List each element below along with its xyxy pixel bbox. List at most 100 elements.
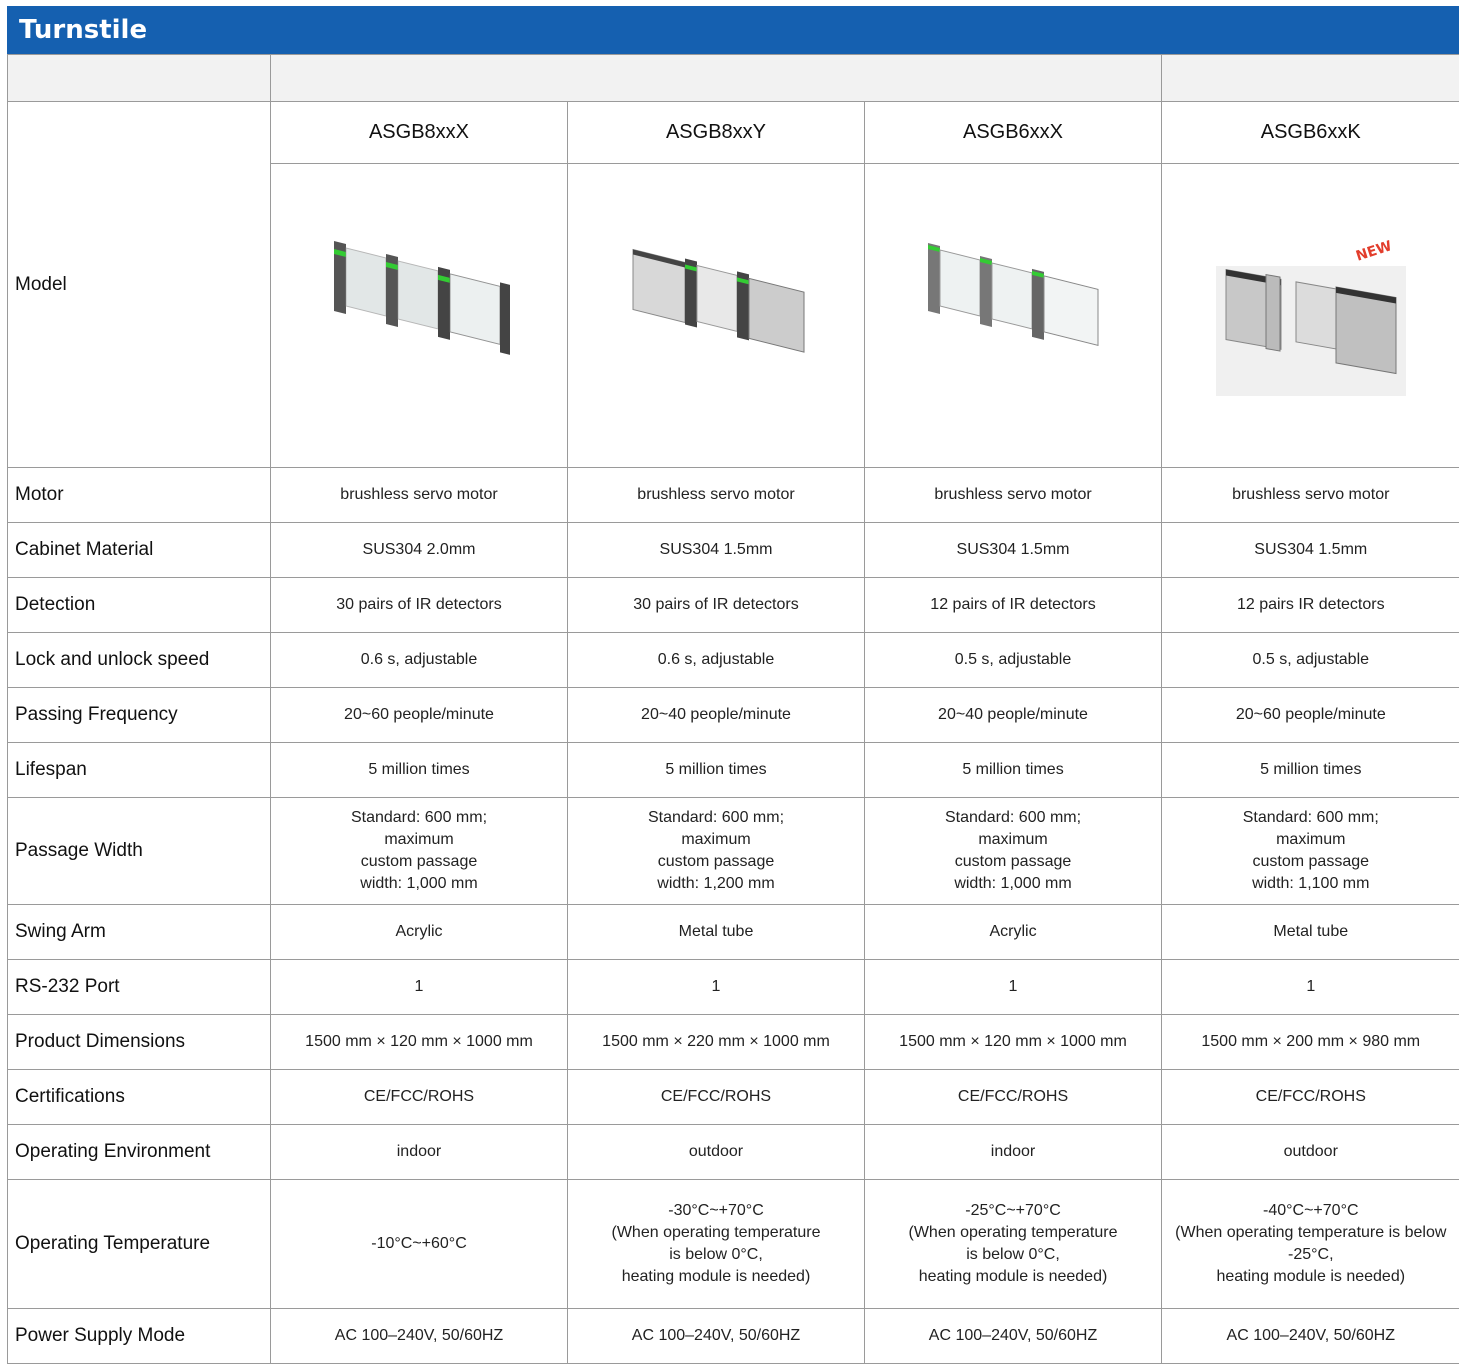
spec-row: Motor brushless servo motor brushless se… bbox=[7, 467, 1459, 523]
spec-value: AC 100–240V, 50/60HZ bbox=[567, 1308, 865, 1364]
spec-row: RS-232 Port 1 1 1 1 bbox=[7, 959, 1459, 1015]
spec-label: Lifespan bbox=[7, 742, 271, 798]
spec-value: SUS304 2.0mm bbox=[270, 522, 568, 578]
blank-group-cell bbox=[1161, 54, 1459, 102]
spec-row: Product Dimensions 1500 mm × 120 mm × 10… bbox=[7, 1014, 1459, 1070]
spec-value-text: Standard: 600 mm; maximum custom passage… bbox=[1242, 809, 1379, 892]
spec-value: 0.5 s, adjustable bbox=[1161, 632, 1459, 688]
spec-value: 1500 mm × 220 mm × 1000 mm bbox=[567, 1014, 865, 1070]
product-image-cell: NEW bbox=[1161, 163, 1459, 468]
spec-row: Detection 30 pairs of IR detectors 30 pa… bbox=[7, 577, 1459, 633]
spec-value: Metal tube bbox=[567, 904, 865, 960]
spec-value: 5 million times bbox=[567, 742, 865, 798]
spec-value-text: -10°C~+60°C bbox=[371, 1235, 467, 1252]
spec-label: Product Dimensions bbox=[7, 1014, 271, 1070]
spec-value: 5 million times bbox=[270, 742, 568, 798]
spec-label: Operating Environment bbox=[7, 1124, 271, 1180]
spec-table: Model ASGB8xxX ASGB8xxY ASGB6xxX ASGB6xx… bbox=[7, 54, 1459, 1364]
spec-value: 1500 mm × 200 mm × 980 mm bbox=[1161, 1014, 1459, 1070]
spec-value: indoor bbox=[270, 1124, 568, 1180]
spec-value: 1 bbox=[1161, 959, 1459, 1015]
spec-value: Acrylic bbox=[863, 904, 1163, 960]
spec-value: outdoor bbox=[1161, 1124, 1459, 1180]
spec-label: Power Supply Mode bbox=[7, 1308, 271, 1364]
spec-label: Detection bbox=[7, 577, 271, 633]
spec-value: 0.6 s, adjustable bbox=[270, 632, 568, 688]
spec-label: RS-232 Port bbox=[7, 959, 271, 1015]
spec-label: Passage Width bbox=[7, 797, 271, 905]
model-name: ASGB8xxY bbox=[567, 101, 865, 164]
swing-turnstile-metal-tube-icon bbox=[632, 248, 805, 353]
spec-value: 1 bbox=[863, 959, 1163, 1015]
model-name: ASGB8xxX bbox=[270, 101, 568, 164]
spec-row: Swing Arm Acrylic Metal tube Acrylic Met… bbox=[7, 904, 1459, 960]
spec-label: Cabinet Material bbox=[7, 522, 271, 578]
spec-value-text: Standard: 600 mm; maximum custom passage… bbox=[944, 809, 1082, 892]
spec-value: CE/FCC/ROHS bbox=[567, 1069, 865, 1125]
blank-header-row bbox=[7, 54, 1459, 102]
spec-value-text: -40°C~+70°C (When operating temperature … bbox=[1175, 1202, 1447, 1285]
spec-value: -25°C~+70°C (When operating temperature … bbox=[863, 1179, 1163, 1309]
product-image-cell bbox=[863, 163, 1163, 468]
spec-value: 5 million times bbox=[1161, 742, 1459, 798]
page-title: Turnstile bbox=[7, 6, 1459, 54]
swing-turnstile-metal-tube-icon: NEW bbox=[1215, 238, 1406, 396]
spec-value: 20~60 people/minute bbox=[270, 687, 568, 743]
spec-value: CE/FCC/ROHS bbox=[863, 1069, 1163, 1125]
spec-value: Standard: 600 mm; maximum custom passage… bbox=[270, 797, 568, 905]
spec-value: SUS304 1.5mm bbox=[863, 522, 1163, 578]
blank-group-cell bbox=[269, 54, 1163, 102]
swing-turnstile-acrylic-icon bbox=[928, 242, 1099, 346]
spec-value: -30°C~+70°C (When operating temperature … bbox=[567, 1179, 865, 1309]
spec-value: Standard: 600 mm; maximum custom passage… bbox=[1161, 797, 1459, 905]
spec-row: Passage Width Standard: 600 mm; maximum … bbox=[7, 797, 1459, 905]
spec-value: 1 bbox=[270, 959, 568, 1015]
spec-value: brushless servo motor bbox=[567, 467, 865, 523]
spec-row: Power Supply Mode AC 100–240V, 50/60HZ A… bbox=[7, 1308, 1459, 1364]
swing-turnstile-acrylic-icon bbox=[334, 240, 510, 355]
spec-row: Operating Environment indoor outdoor ind… bbox=[7, 1124, 1459, 1180]
spec-value-text: Standard: 600 mm; maximum custom passage… bbox=[350, 809, 488, 892]
spec-sheet: Turnstile Model ASGB8xxX ASGB8xxY ASGB6x… bbox=[7, 6, 1459, 1364]
spec-value: brushless servo motor bbox=[863, 467, 1163, 523]
spec-value: 20~40 people/minute bbox=[863, 687, 1163, 743]
spec-value: indoor bbox=[863, 1124, 1163, 1180]
spec-value: 12 pairs IR detectors bbox=[1161, 577, 1459, 633]
spec-value: AC 100–240V, 50/60HZ bbox=[270, 1308, 568, 1364]
spec-row: Lock and unlock speed 0.6 s, adjustable … bbox=[7, 632, 1459, 688]
spec-row: Operating Temperature -10°C~+60°C -30°C~… bbox=[7, 1179, 1459, 1309]
spec-row: Lifespan 5 million times 5 million times… bbox=[7, 742, 1459, 798]
spec-value: 30 pairs of IR detectors bbox=[567, 577, 865, 633]
spec-value: SUS304 1.5mm bbox=[567, 522, 865, 578]
spec-value: CE/FCC/ROHS bbox=[270, 1069, 568, 1125]
spec-label: Passing Frequency bbox=[7, 687, 271, 743]
spec-value: 20~60 people/minute bbox=[1161, 687, 1459, 743]
model-name: ASGB6xxK bbox=[1161, 101, 1459, 164]
spec-value: CE/FCC/ROHS bbox=[1161, 1069, 1459, 1125]
spec-label: Lock and unlock speed bbox=[7, 632, 271, 688]
spec-value: brushless servo motor bbox=[270, 467, 568, 523]
spec-value: 20~40 people/minute bbox=[567, 687, 865, 743]
model-name: ASGB6xxX bbox=[863, 101, 1163, 164]
spec-value: 12 pairs of IR detectors bbox=[863, 577, 1163, 633]
spec-label: Certifications bbox=[7, 1069, 271, 1125]
spec-value: 1500 mm × 120 mm × 1000 mm bbox=[270, 1014, 568, 1070]
spec-value: Metal tube bbox=[1161, 904, 1459, 960]
spec-value: Standard: 600 mm; maximum custom passage… bbox=[567, 797, 865, 905]
model-label: Model bbox=[7, 101, 271, 468]
spec-value: outdoor bbox=[567, 1124, 865, 1180]
spec-value: Standard: 600 mm; maximum custom passage… bbox=[863, 797, 1163, 905]
spec-value: -40°C~+70°C (When operating temperature … bbox=[1161, 1179, 1459, 1309]
product-image-cell bbox=[270, 163, 568, 468]
spec-value: AC 100–240V, 50/60HZ bbox=[1161, 1308, 1459, 1364]
spec-row: Cabinet Material SUS304 2.0mm SUS304 1.5… bbox=[7, 522, 1459, 578]
spec-value: SUS304 1.5mm bbox=[1161, 522, 1459, 578]
spec-label: Motor bbox=[7, 467, 271, 523]
spec-value: 30 pairs of IR detectors bbox=[270, 577, 568, 633]
new-badge: NEW bbox=[1354, 238, 1394, 265]
model-row: Model ASGB8xxX ASGB8xxY ASGB6xxX ASGB6xx… bbox=[7, 101, 1459, 468]
spec-value: Acrylic bbox=[270, 904, 568, 960]
product-image-cell bbox=[567, 163, 865, 468]
spec-value-text: -30°C~+70°C (When operating temperature … bbox=[611, 1202, 821, 1285]
spec-value: 0.6 s, adjustable bbox=[567, 632, 865, 688]
